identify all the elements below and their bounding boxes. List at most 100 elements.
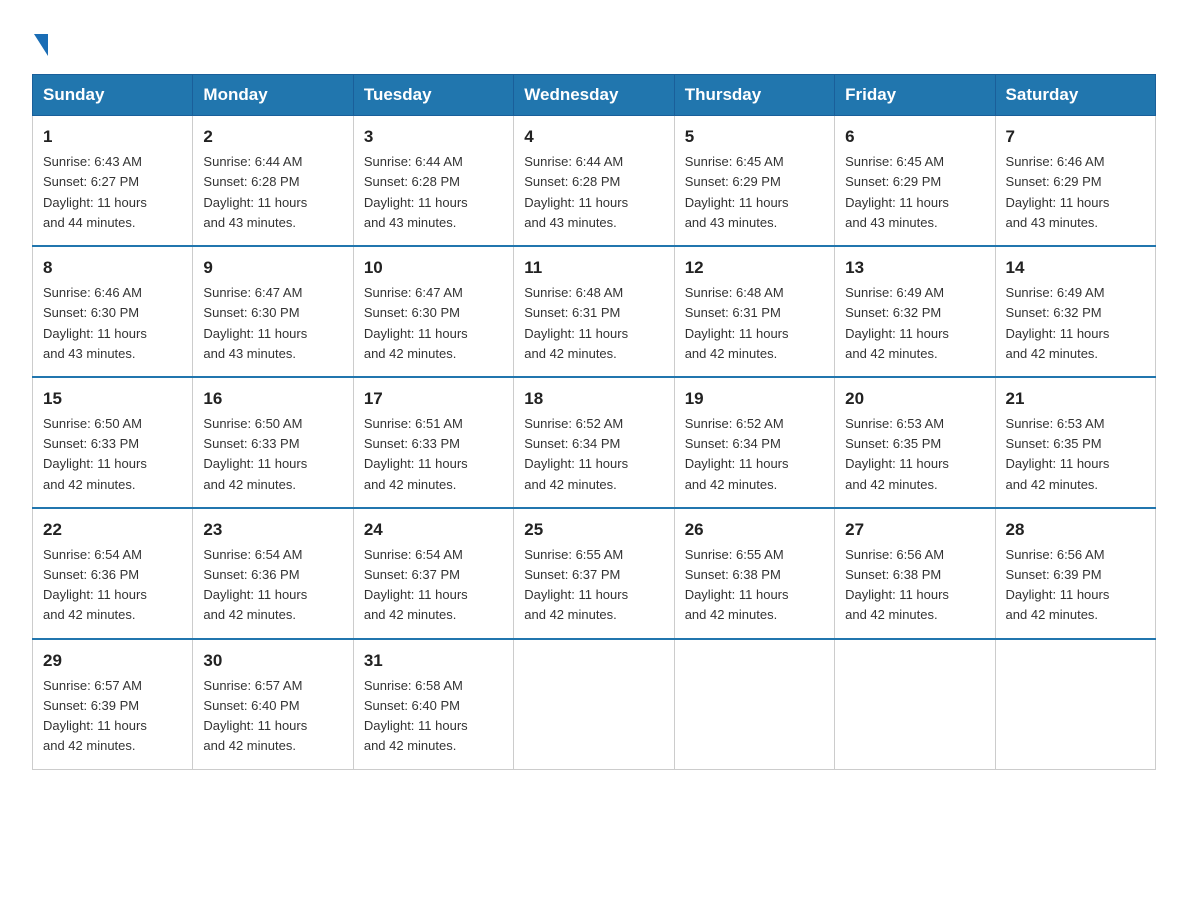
calendar-week-row: 15Sunrise: 6:50 AMSunset: 6:33 PMDayligh… [33, 377, 1156, 508]
day-info: Sunrise: 6:55 AMSunset: 6:38 PMDaylight:… [685, 545, 824, 626]
day-number: 14 [1006, 255, 1145, 281]
calendar-cell [835, 639, 995, 769]
day-info: Sunrise: 6:45 AMSunset: 6:29 PMDaylight:… [845, 152, 984, 233]
day-info: Sunrise: 6:58 AMSunset: 6:40 PMDaylight:… [364, 676, 503, 757]
day-info: Sunrise: 6:52 AMSunset: 6:34 PMDaylight:… [685, 414, 824, 495]
day-info: Sunrise: 6:50 AMSunset: 6:33 PMDaylight:… [203, 414, 342, 495]
day-info: Sunrise: 6:54 AMSunset: 6:36 PMDaylight:… [203, 545, 342, 626]
day-number: 30 [203, 648, 342, 674]
calendar-cell: 30Sunrise: 6:57 AMSunset: 6:40 PMDayligh… [193, 639, 353, 769]
day-info: Sunrise: 6:51 AMSunset: 6:33 PMDaylight:… [364, 414, 503, 495]
day-header-tuesday: Tuesday [353, 75, 513, 116]
day-header-monday: Monday [193, 75, 353, 116]
calendar-cell: 12Sunrise: 6:48 AMSunset: 6:31 PMDayligh… [674, 246, 834, 377]
day-number: 2 [203, 124, 342, 150]
day-info: Sunrise: 6:47 AMSunset: 6:30 PMDaylight:… [364, 283, 503, 364]
calendar-cell: 2Sunrise: 6:44 AMSunset: 6:28 PMDaylight… [193, 116, 353, 246]
day-number: 29 [43, 648, 182, 674]
calendar-cell: 20Sunrise: 6:53 AMSunset: 6:35 PMDayligh… [835, 377, 995, 508]
day-number: 20 [845, 386, 984, 412]
day-info: Sunrise: 6:45 AMSunset: 6:29 PMDaylight:… [685, 152, 824, 233]
day-number: 6 [845, 124, 984, 150]
calendar-cell: 8Sunrise: 6:46 AMSunset: 6:30 PMDaylight… [33, 246, 193, 377]
day-number: 11 [524, 255, 663, 281]
day-number: 23 [203, 517, 342, 543]
calendar-cell: 16Sunrise: 6:50 AMSunset: 6:33 PMDayligh… [193, 377, 353, 508]
day-number: 28 [1006, 517, 1145, 543]
day-header-sunday: Sunday [33, 75, 193, 116]
day-info: Sunrise: 6:44 AMSunset: 6:28 PMDaylight:… [524, 152, 663, 233]
calendar-cell: 14Sunrise: 6:49 AMSunset: 6:32 PMDayligh… [995, 246, 1155, 377]
day-number: 9 [203, 255, 342, 281]
calendar-cell: 23Sunrise: 6:54 AMSunset: 6:36 PMDayligh… [193, 508, 353, 639]
day-number: 22 [43, 517, 182, 543]
calendar-cell: 18Sunrise: 6:52 AMSunset: 6:34 PMDayligh… [514, 377, 674, 508]
calendar-cell: 26Sunrise: 6:55 AMSunset: 6:38 PMDayligh… [674, 508, 834, 639]
day-number: 5 [685, 124, 824, 150]
calendar-cell: 21Sunrise: 6:53 AMSunset: 6:35 PMDayligh… [995, 377, 1155, 508]
logo-triangle-icon [34, 34, 48, 56]
day-header-thursday: Thursday [674, 75, 834, 116]
calendar-cell: 7Sunrise: 6:46 AMSunset: 6:29 PMDaylight… [995, 116, 1155, 246]
day-number: 26 [685, 517, 824, 543]
day-number: 15 [43, 386, 182, 412]
calendar-cell: 15Sunrise: 6:50 AMSunset: 6:33 PMDayligh… [33, 377, 193, 508]
day-info: Sunrise: 6:57 AMSunset: 6:39 PMDaylight:… [43, 676, 182, 757]
calendar-cell: 5Sunrise: 6:45 AMSunset: 6:29 PMDaylight… [674, 116, 834, 246]
calendar-cell: 11Sunrise: 6:48 AMSunset: 6:31 PMDayligh… [514, 246, 674, 377]
calendar-cell: 25Sunrise: 6:55 AMSunset: 6:37 PMDayligh… [514, 508, 674, 639]
day-number: 4 [524, 124, 663, 150]
calendar-week-row: 22Sunrise: 6:54 AMSunset: 6:36 PMDayligh… [33, 508, 1156, 639]
calendar-cell: 17Sunrise: 6:51 AMSunset: 6:33 PMDayligh… [353, 377, 513, 508]
day-info: Sunrise: 6:49 AMSunset: 6:32 PMDaylight:… [1006, 283, 1145, 364]
day-number: 10 [364, 255, 503, 281]
calendar-cell: 28Sunrise: 6:56 AMSunset: 6:39 PMDayligh… [995, 508, 1155, 639]
day-info: Sunrise: 6:46 AMSunset: 6:30 PMDaylight:… [43, 283, 182, 364]
calendar-cell: 31Sunrise: 6:58 AMSunset: 6:40 PMDayligh… [353, 639, 513, 769]
calendar-week-row: 1Sunrise: 6:43 AMSunset: 6:27 PMDaylight… [33, 116, 1156, 246]
day-info: Sunrise: 6:44 AMSunset: 6:28 PMDaylight:… [364, 152, 503, 233]
day-header-wednesday: Wednesday [514, 75, 674, 116]
calendar-cell [514, 639, 674, 769]
calendar-cell: 24Sunrise: 6:54 AMSunset: 6:37 PMDayligh… [353, 508, 513, 639]
calendar-cell: 22Sunrise: 6:54 AMSunset: 6:36 PMDayligh… [33, 508, 193, 639]
day-info: Sunrise: 6:57 AMSunset: 6:40 PMDaylight:… [203, 676, 342, 757]
day-number: 1 [43, 124, 182, 150]
day-info: Sunrise: 6:46 AMSunset: 6:29 PMDaylight:… [1006, 152, 1145, 233]
calendar-cell: 10Sunrise: 6:47 AMSunset: 6:30 PMDayligh… [353, 246, 513, 377]
calendar-cell: 9Sunrise: 6:47 AMSunset: 6:30 PMDaylight… [193, 246, 353, 377]
day-number: 18 [524, 386, 663, 412]
calendar-cell: 13Sunrise: 6:49 AMSunset: 6:32 PMDayligh… [835, 246, 995, 377]
day-info: Sunrise: 6:43 AMSunset: 6:27 PMDaylight:… [43, 152, 182, 233]
day-header-friday: Friday [835, 75, 995, 116]
day-number: 25 [524, 517, 663, 543]
day-info: Sunrise: 6:53 AMSunset: 6:35 PMDaylight:… [845, 414, 984, 495]
calendar-cell: 1Sunrise: 6:43 AMSunset: 6:27 PMDaylight… [33, 116, 193, 246]
day-number: 19 [685, 386, 824, 412]
day-info: Sunrise: 6:50 AMSunset: 6:33 PMDaylight:… [43, 414, 182, 495]
day-number: 8 [43, 255, 182, 281]
calendar-cell: 6Sunrise: 6:45 AMSunset: 6:29 PMDaylight… [835, 116, 995, 246]
day-number: 24 [364, 517, 503, 543]
day-info: Sunrise: 6:47 AMSunset: 6:30 PMDaylight:… [203, 283, 342, 364]
day-info: Sunrise: 6:48 AMSunset: 6:31 PMDaylight:… [685, 283, 824, 364]
calendar-week-row: 29Sunrise: 6:57 AMSunset: 6:39 PMDayligh… [33, 639, 1156, 769]
day-info: Sunrise: 6:55 AMSunset: 6:37 PMDaylight:… [524, 545, 663, 626]
calendar-cell: 19Sunrise: 6:52 AMSunset: 6:34 PMDayligh… [674, 377, 834, 508]
calendar-table: SundayMondayTuesdayWednesdayThursdayFrid… [32, 74, 1156, 770]
day-number: 21 [1006, 386, 1145, 412]
day-number: 31 [364, 648, 503, 674]
day-number: 27 [845, 517, 984, 543]
day-info: Sunrise: 6:56 AMSunset: 6:39 PMDaylight:… [1006, 545, 1145, 626]
day-number: 13 [845, 255, 984, 281]
calendar-cell: 3Sunrise: 6:44 AMSunset: 6:28 PMDaylight… [353, 116, 513, 246]
calendar-cell: 27Sunrise: 6:56 AMSunset: 6:38 PMDayligh… [835, 508, 995, 639]
day-info: Sunrise: 6:54 AMSunset: 6:36 PMDaylight:… [43, 545, 182, 626]
day-header-saturday: Saturday [995, 75, 1155, 116]
day-info: Sunrise: 6:44 AMSunset: 6:28 PMDaylight:… [203, 152, 342, 233]
day-info: Sunrise: 6:49 AMSunset: 6:32 PMDaylight:… [845, 283, 984, 364]
day-info: Sunrise: 6:56 AMSunset: 6:38 PMDaylight:… [845, 545, 984, 626]
calendar-cell: 4Sunrise: 6:44 AMSunset: 6:28 PMDaylight… [514, 116, 674, 246]
calendar-header-row: SundayMondayTuesdayWednesdayThursdayFrid… [33, 75, 1156, 116]
calendar-cell: 29Sunrise: 6:57 AMSunset: 6:39 PMDayligh… [33, 639, 193, 769]
